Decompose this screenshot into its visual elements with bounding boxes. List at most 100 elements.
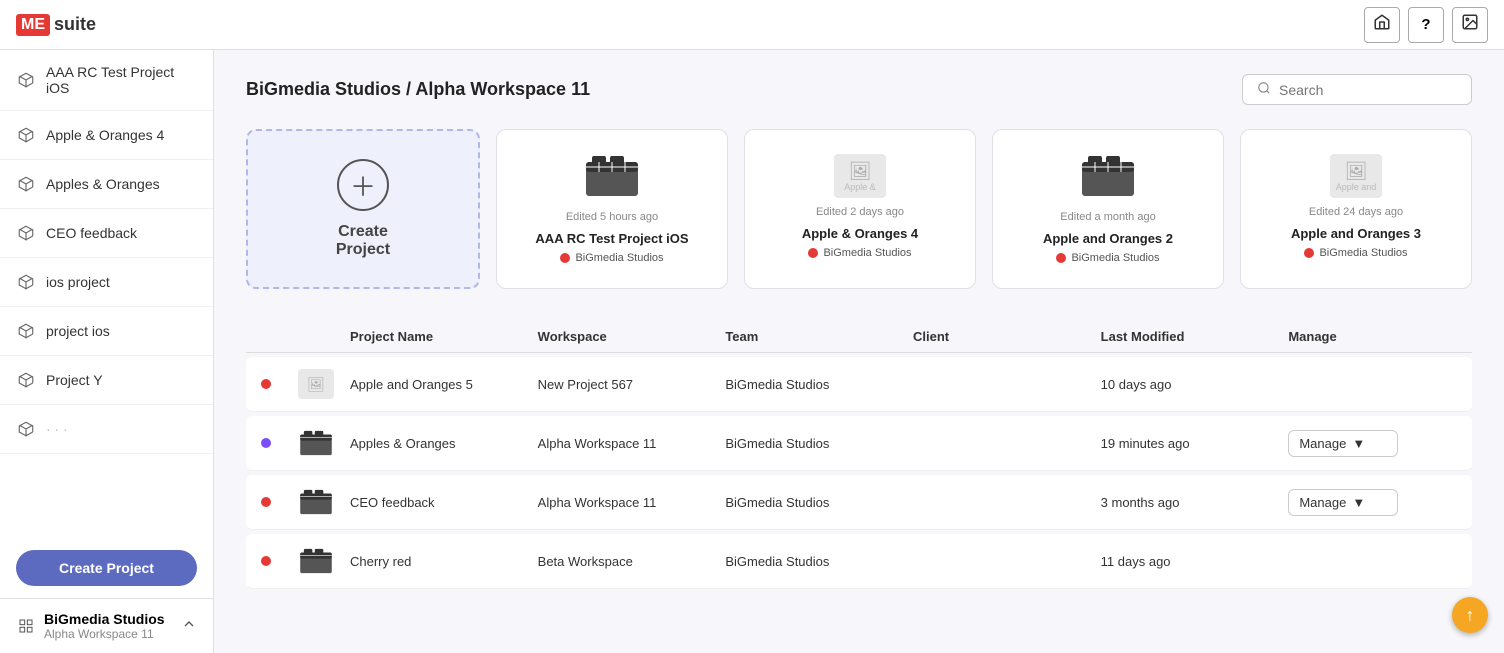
- home-button[interactable]: [1364, 7, 1400, 43]
- manage-dropdown[interactable]: Manage ▼: [1288, 489, 1398, 516]
- expand-workspace-button[interactable]: [181, 616, 197, 637]
- card-team: BiGmedia Studios: [808, 247, 911, 259]
- cube-icon: [16, 125, 36, 145]
- card-team: BiGmedia Studios: [1304, 247, 1407, 259]
- row-last-modified: 3 months ago: [1097, 495, 1285, 510]
- row-workspace: Alpha Workspace 11: [534, 436, 722, 451]
- card-thumbnail: [584, 154, 640, 203]
- card-thumbnail: 🖼 Apple and: [1330, 154, 1382, 198]
- topbar: ME suite ?: [0, 0, 1504, 50]
- status-dot: [261, 556, 271, 566]
- row-status-dot: [246, 497, 286, 507]
- row-project-name: CEO feedback: [346, 495, 534, 510]
- col-project-name: Project Name: [346, 329, 534, 344]
- broken-image: 🖼: [298, 369, 334, 399]
- manage-label: Manage: [1299, 436, 1346, 451]
- cube-icon: [16, 223, 36, 243]
- sidebar-item-project-y[interactable]: Project Y: [0, 356, 213, 405]
- sidebar-item-aaa-rc[interactable]: AAA RC Test Project iOS: [0, 50, 213, 111]
- grid-icon: [16, 616, 36, 636]
- sidebar-item-label: Apples & Oranges: [46, 176, 160, 192]
- sidebar-item-apples-oranges[interactable]: Apples & Oranges: [0, 160, 213, 209]
- project-card-aaa-rc[interactable]: Edited 5 hours ago AAA RC Test Project i…: [496, 129, 728, 289]
- cube-icon: [16, 174, 36, 194]
- sidebar-item-label: ios project: [46, 274, 110, 290]
- card-edited: Edited a month ago: [1060, 211, 1155, 223]
- project-card-apple-2[interactable]: Edited a month ago Apple and Oranges 2 B…: [992, 129, 1224, 289]
- row-status-dot: [246, 379, 286, 389]
- status-dot: [261, 497, 271, 507]
- help-icon: ?: [1421, 16, 1430, 33]
- manage-dropdown[interactable]: Manage ▼: [1288, 430, 1398, 457]
- card-edited: Edited 5 hours ago: [566, 211, 658, 223]
- card-title: AAA RC Test Project iOS: [535, 231, 688, 246]
- search-input[interactable]: [1279, 82, 1457, 98]
- row-manage[interactable]: Manage ▼: [1284, 489, 1472, 516]
- col-last-modified: Last Modified: [1097, 329, 1285, 344]
- sidebar-item-more[interactable]: · · ·: [0, 405, 213, 454]
- card-edited: Edited 2 days ago: [816, 206, 904, 218]
- team-dot: [560, 253, 570, 263]
- sidebar-footer: BiGmedia Studios Alpha Workspace 11: [0, 598, 213, 653]
- row-project-name: Apples & Oranges: [346, 436, 534, 451]
- sidebar-item-ios-project[interactable]: ios project: [0, 258, 213, 307]
- workspace-title: BiGmedia Studios: [44, 611, 181, 627]
- sidebar-item-project-ios[interactable]: project ios: [0, 307, 213, 356]
- projects-table: Project Name Workspace Team Client Last …: [246, 321, 1472, 589]
- team-name: BiGmedia Studios: [823, 247, 911, 259]
- broken-image: 🖼 Apple and: [1330, 154, 1382, 198]
- create-project-card[interactable]: ＋ CreateProject: [246, 129, 480, 289]
- chevron-down-icon: ▼: [1352, 436, 1387, 451]
- project-card-apple-4[interactable]: 🖼 Apple & Edited 2 days ago Apple & Oran…: [744, 129, 976, 289]
- main-layout: AAA RC Test Project iOS Apple & Oranges …: [0, 50, 1504, 653]
- card-team: BiGmedia Studios: [1056, 252, 1159, 264]
- sidebar-item-ceo-feedback[interactable]: CEO feedback: [0, 209, 213, 258]
- search-icon: [1257, 81, 1271, 98]
- row-last-modified: 19 minutes ago: [1097, 436, 1285, 451]
- search-box[interactable]: [1242, 74, 1472, 105]
- row-last-modified: 11 days ago: [1097, 554, 1285, 569]
- row-manage[interactable]: Manage ▼: [1284, 430, 1472, 457]
- row-project-name: Cherry red: [346, 554, 534, 569]
- cards-row: ＋ CreateProject Ed: [246, 129, 1472, 289]
- image-button[interactable]: [1452, 7, 1488, 43]
- team-dot: [1056, 253, 1066, 263]
- row-workspace: Alpha Workspace 11: [534, 495, 722, 510]
- breadcrumb: BiGmedia Studios / Alpha Workspace 11: [246, 79, 590, 100]
- table-row: Cherry red Beta Workspace BiGmedia Studi…: [246, 534, 1472, 589]
- manage-label: Manage: [1299, 495, 1346, 510]
- up-arrow-icon: ↑: [1466, 605, 1475, 626]
- image-icon: [1461, 13, 1479, 36]
- status-dot: [261, 438, 271, 448]
- sidebar-item-apple-oranges-4[interactable]: Apple & Oranges 4: [0, 111, 213, 160]
- row-team: BiGmedia Studios: [721, 377, 909, 392]
- row-team: BiGmedia Studios: [721, 436, 909, 451]
- row-status-dot: [246, 556, 286, 566]
- logo-me: ME: [16, 14, 50, 36]
- card-edited: Edited 24 days ago: [1309, 206, 1403, 218]
- help-button[interactable]: ?: [1408, 7, 1444, 43]
- broken-image: 🖼 Apple &: [834, 154, 886, 198]
- sidebar-item-label: AAA RC Test Project iOS: [46, 64, 197, 96]
- col-workspace: Workspace: [534, 329, 722, 344]
- team-name: BiGmedia Studios: [1319, 247, 1407, 259]
- cube-icon: [16, 370, 36, 390]
- sidebar-item-label: · · ·: [46, 421, 68, 437]
- card-team: BiGmedia Studios: [560, 252, 663, 264]
- content-area: BiGmedia Studios / Alpha Workspace 11 ＋ …: [214, 50, 1504, 653]
- workspace-info: [16, 616, 36, 636]
- home-icon: [1373, 13, 1391, 36]
- row-project-name: Apple and Oranges 5: [346, 377, 534, 392]
- team-name: BiGmedia Studios: [575, 252, 663, 264]
- sidebar: AAA RC Test Project iOS Apple & Oranges …: [0, 50, 214, 653]
- cube-icon: [16, 321, 36, 341]
- create-card-label: CreateProject: [336, 223, 390, 259]
- project-card-apple-3[interactable]: 🖼 Apple and Edited 24 days ago Apple and…: [1240, 129, 1472, 289]
- workspace-subtitle: Alpha Workspace 11: [44, 627, 181, 641]
- row-thumbnail: [286, 428, 346, 458]
- create-project-sidebar-button[interactable]: Create Project: [16, 550, 197, 586]
- table-row: 🖼 Apple and Oranges 5 New Project 567 Bi…: [246, 357, 1472, 412]
- scroll-to-top-button[interactable]: ↑: [1452, 597, 1488, 633]
- sidebar-item-label: project ios: [46, 323, 110, 339]
- ellipsis-icon: [16, 419, 36, 439]
